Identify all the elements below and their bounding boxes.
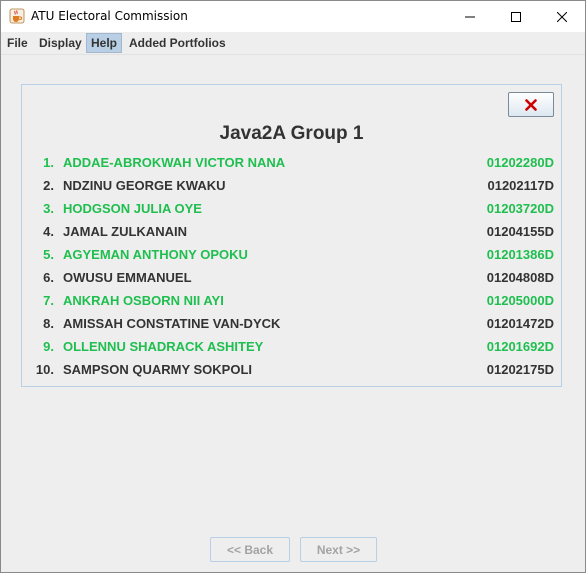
member-name: ANKRAH OSBORN NII AYI: [63, 293, 224, 308]
menu-added-portfolios[interactable]: Added Portfolios: [125, 33, 230, 53]
member-index-number: 01202280D: [486, 155, 554, 170]
group-title: Java2A Group 1: [219, 123, 364, 144]
member-row: 2. NDZINU GEORGE KWAKU 01202117D: [22, 175, 561, 195]
member-name: OWUSU EMMANUEL: [63, 270, 192, 285]
member-index-number: 01205000D: [486, 293, 554, 308]
member-row: 1. ADDAE-ABROKWAH VICTOR NANA 01202280D: [22, 152, 561, 172]
member-number: 3.: [43, 201, 54, 216]
member-row: 7. ANKRAH OSBORN NII AYI 01205000D: [22, 290, 561, 310]
menu-help[interactable]: Help: [86, 33, 123, 53]
member-index-number: 01204808D: [486, 270, 554, 285]
maximize-icon: [511, 11, 521, 22]
application-window: ATU Electoral Commission File Display He…: [0, 0, 586, 573]
back-button[interactable]: << Back: [210, 537, 290, 562]
member-index-number: 01201472D: [486, 316, 554, 331]
member-index-number: 01201692D: [486, 339, 554, 354]
minimize-icon: [465, 16, 475, 17]
member-name: AMISSAH CONSTATINE VAN-DYCK: [63, 316, 281, 331]
title-bar[interactable]: ATU Electoral Commission: [1, 1, 585, 32]
member-number: 7.: [43, 293, 54, 308]
member-number: 5.: [43, 247, 54, 262]
member-name: NDZINU GEORGE KWAKU: [63, 178, 226, 193]
next-button[interactable]: Next >>: [300, 537, 377, 562]
member-name: ADDAE-ABROKWAH VICTOR NANA: [63, 155, 286, 170]
member-number: 8.: [43, 316, 54, 331]
member-name: SAMPSON QUARMY SOKPOLI: [63, 362, 253, 377]
close-icon: [557, 11, 567, 22]
menu-display[interactable]: Display: [35, 33, 86, 53]
member-number: 4.: [43, 224, 54, 239]
member-index-number: 01202117D: [487, 178, 554, 193]
member-number: 6.: [43, 270, 54, 285]
member-index-number: 01204155D: [486, 224, 554, 239]
member-row: 5. AGYEMAN ANTHONY OPOKU 01201386D: [22, 244, 561, 264]
maximize-button[interactable]: [493, 1, 539, 32]
member-name: JAMAL ZULKANAIN: [63, 224, 187, 239]
minimize-button[interactable]: [447, 1, 493, 32]
member-row: 8. AMISSAH CONSTATINE VAN-DYCK 01201472D: [22, 313, 561, 333]
member-index-number: 01202175D: [486, 362, 554, 377]
close-panel-button[interactable]: [508, 92, 554, 117]
member-row: 4. JAMAL ZULKANAIN 01204155D: [22, 221, 561, 241]
member-row: 10. SAMPSON QUARMY SOKPOLI 01202175D: [22, 359, 561, 379]
window-title: ATU Electoral Commission: [31, 9, 188, 23]
member-name: AGYEMAN ANTHONY OPOKU: [63, 247, 248, 262]
member-row: 9. OLLENNU SHADRACK ASHITEY 01201692D: [22, 336, 561, 356]
member-number: 10.: [35, 362, 54, 377]
window-close-button[interactable]: [539, 1, 585, 32]
member-name: OLLENNU SHADRACK ASHITEY: [63, 339, 264, 354]
member-number: 1.: [43, 155, 54, 170]
x-icon: [525, 98, 537, 111]
member-row: 6. OWUSU EMMANUEL 01204808D: [22, 267, 561, 287]
menu-file[interactable]: File: [3, 33, 32, 53]
member-row: 3. HODGSON JULIA OYE 01203720D: [22, 198, 561, 218]
menu-bar: File Display Help Added Portfolios: [1, 32, 585, 55]
member-number: 9.: [43, 339, 54, 354]
member-index-number: 01201386D: [486, 247, 554, 262]
member-name: HODGSON JULIA OYE: [63, 201, 202, 216]
group-members-panel: Java2A Group 1 1. ADDAE-ABROKWAH VICTOR …: [21, 84, 562, 387]
member-index-number: 01203720D: [486, 201, 554, 216]
java-cup-icon: [9, 8, 25, 24]
member-number: 2.: [43, 178, 54, 193]
